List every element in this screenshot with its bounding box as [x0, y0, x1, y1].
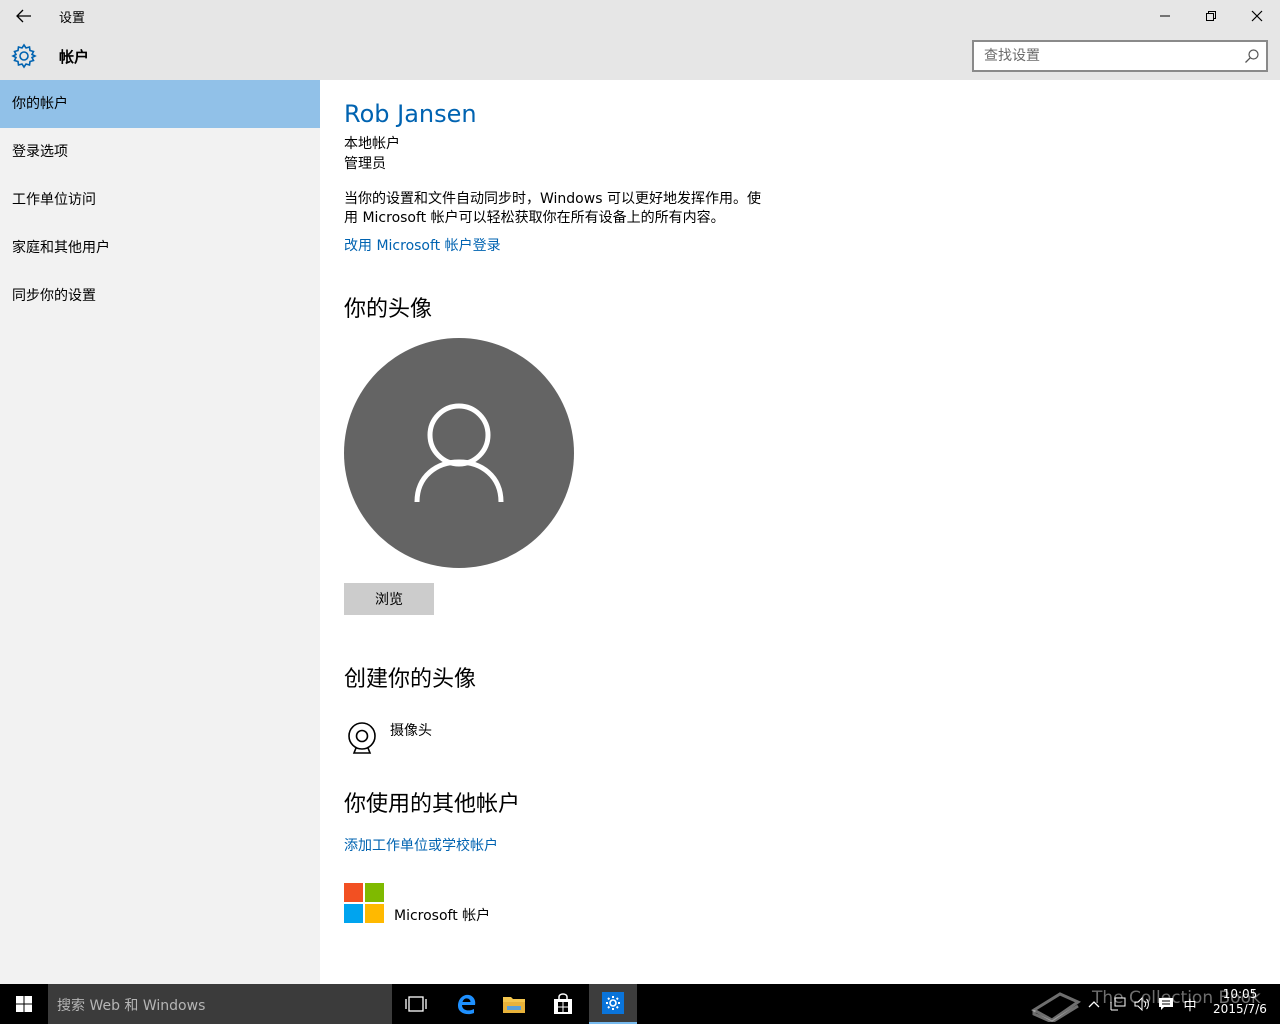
input-method-indicator[interactable]: 中 — [1180, 984, 1200, 1024]
settings-gear-icon — [602, 992, 624, 1014]
folder-icon — [503, 997, 525, 1013]
account-type: 本地帐户 — [344, 136, 400, 152]
title-bar: 设置 — [0, 0, 1280, 32]
action-center-button[interactable] — [1156, 984, 1176, 1024]
microsoft-logo-icon — [344, 883, 384, 923]
taskbar: 搜索 Web 和 Windows The Collection Book 中 1… — [0, 984, 1280, 1024]
sidebar-item-sync-settings[interactable]: 同步你的设置 — [0, 272, 320, 320]
notification-icon — [1159, 998, 1173, 1010]
restore-icon — [1206, 11, 1216, 21]
user-name: Rob Jansen — [344, 100, 477, 128]
task-view-button[interactable] — [392, 984, 440, 1024]
restore-button[interactable] — [1188, 0, 1234, 32]
browse-button[interactable]: 浏览 — [344, 583, 434, 615]
file-explorer-button[interactable] — [490, 984, 538, 1024]
add-work-school-account-link[interactable]: 添加工作单位或学校帐户 — [344, 835, 498, 855]
create-avatar-section-title: 创建你的头像 — [344, 667, 477, 692]
store-button[interactable] — [539, 984, 587, 1024]
account-role: 管理员 — [344, 156, 386, 172]
sidebar-item-sign-in-options[interactable]: 登录选项 — [0, 128, 320, 176]
main-content: Rob Jansen 本地帐户 管理员 当你的设置和文件自动同步时，Window… — [320, 80, 1280, 984]
description-line-1: 当你的设置和文件自动同步时，Windows 可以更好地发挥作用。使 — [344, 191, 761, 207]
sidebar-item-work-access[interactable]: 工作单位访问 — [0, 176, 320, 224]
camera-label: 摄像头 — [390, 723, 432, 739]
search-icon[interactable] — [1244, 48, 1260, 64]
microsoft-account-label: Microsoft 帐户 — [394, 908, 491, 924]
camera-icon — [348, 722, 376, 754]
microsoft-account-item[interactable]: Microsoft 帐户 — [344, 883, 544, 924]
search-input[interactable] — [984, 46, 1234, 66]
window-title: 设置 — [59, 11, 86, 26]
minimize-icon — [1160, 15, 1170, 17]
clock-date: 2015/7/6 — [1213, 1002, 1267, 1016]
user-silhouette-icon — [414, 403, 504, 503]
network-button[interactable] — [1108, 984, 1128, 1024]
close-button[interactable] — [1234, 0, 1280, 32]
description-line-2: 用 Microsoft 帐户可以轻松获取你在所有设备上的所有内容。 — [344, 210, 725, 226]
page-title: 帐户 — [59, 48, 90, 66]
taskbar-search-text: 搜索 Web 和 Windows — [57, 998, 206, 1014]
volume-icon — [1134, 997, 1149, 1011]
edge-icon — [458, 994, 476, 1015]
volume-button[interactable] — [1132, 984, 1152, 1024]
sidebar-item-your-account[interactable]: 你的帐户 — [0, 80, 320, 128]
start-button[interactable] — [0, 984, 48, 1024]
task-view-icon — [405, 996, 427, 1012]
network-icon — [1110, 997, 1126, 1011]
minimize-button[interactable] — [1142, 0, 1188, 32]
sidebar: 你的帐户 登录选项 工作单位访问 家庭和其他用户 同步你的设置 — [0, 80, 320, 984]
settings-header: 帐户 — [0, 32, 1280, 80]
edge-browser-button[interactable] — [442, 984, 490, 1024]
clock[interactable]: 10:05 2015/7/6 — [1205, 987, 1275, 1017]
watermark-book-icon — [1031, 992, 1082, 1022]
chevron-up-icon — [1088, 1001, 1100, 1008]
settings-taskbar-button[interactable] — [589, 984, 637, 1024]
back-arrow-icon — [16, 9, 31, 23]
camera-option[interactable]: 摄像头 — [344, 720, 464, 756]
other-accounts-section-title: 你使用的其他帐户 — [344, 792, 521, 817]
sidebar-item-family-other-users[interactable]: 家庭和其他用户 — [0, 224, 320, 272]
search-box[interactable] — [972, 40, 1268, 72]
windows-logo-icon — [16, 996, 32, 1012]
back-button[interactable] — [8, 4, 40, 28]
show-hidden-icons-button[interactable] — [1086, 984, 1102, 1024]
gear-icon — [11, 43, 37, 69]
clock-time: 10:05 — [1222, 987, 1258, 1001]
close-icon — [1251, 10, 1263, 22]
store-bag-icon — [554, 993, 572, 1014]
taskbar-search-box[interactable]: 搜索 Web 和 Windows — [48, 984, 392, 1024]
avatar — [344, 338, 574, 568]
avatar-section-title: 你的头像 — [344, 297, 433, 322]
switch-to-microsoft-account-link[interactable]: 改用 Microsoft 帐户登录 — [344, 235, 501, 255]
